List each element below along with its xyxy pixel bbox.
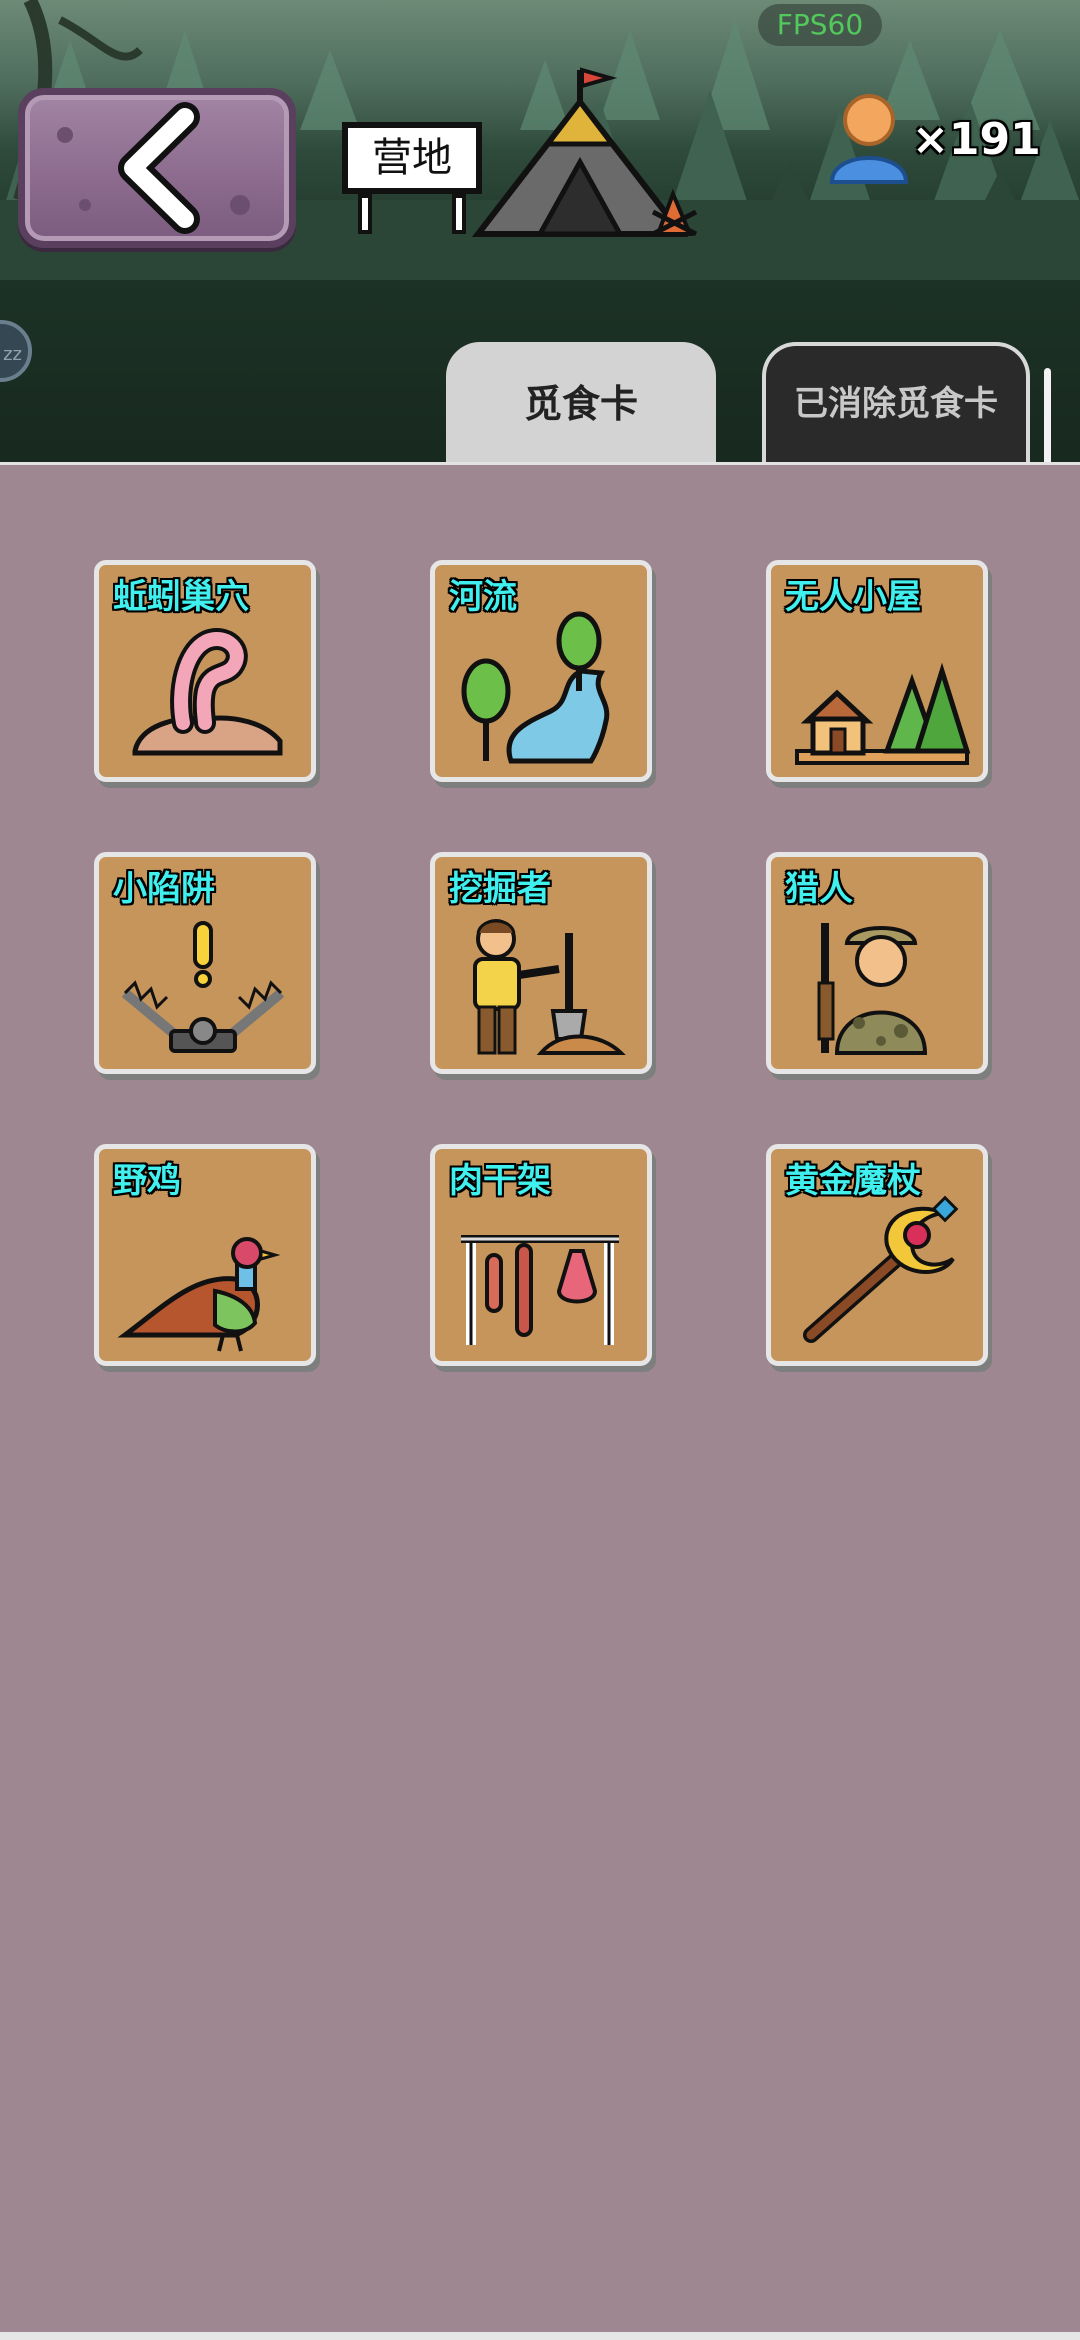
back-button[interactable] [18,88,296,248]
card-river[interactable]: 河流 [430,560,652,782]
header-scene: FPS60 营地 ×191 zz 觅食卡 已消除觅食卡 [0,0,1080,465]
digger-icon [473,919,626,1055]
card-worm-burrow[interactable]: 蚯蚓巢穴 [94,560,316,782]
person-icon [829,94,909,184]
pheasant-icon [117,1237,281,1352]
player-count-text: ×191 [912,114,1041,165]
card-grid: 蚯蚓巢穴 河流 无人小屋 小陷阱 挖掘者 猎人 野鸡 肉干架 黄金魔杖 [0,466,1080,2340]
camp-sign: 营地 [342,122,482,234]
camp-sign-label: 营地 [342,122,482,194]
tent-icon [471,67,698,237]
golden-staff-icon [803,1195,959,1343]
card-cabin[interactable]: 无人小屋 [766,560,988,782]
chevron-left-icon [57,102,250,234]
sign-post [358,194,372,234]
bottom-edge [0,2332,1080,2340]
tab-foraging-cards[interactable]: 觅食卡 [446,342,716,465]
card-hunter[interactable]: 猎人 [766,852,988,1074]
card-meat-drying-rack[interactable]: 肉干架 [430,1144,652,1366]
card-digger[interactable]: 挖掘者 [430,852,652,1074]
header-divider [0,462,1080,465]
scroll-indicator [1044,368,1051,465]
river-icon [461,611,610,764]
card-pheasant[interactable]: 野鸡 [94,1144,316,1366]
meat-rack-icon [461,1235,619,1345]
card-golden-staff[interactable]: 黄金魔杖 [766,1144,988,1366]
hunter-icon [817,923,928,1055]
card-small-trap[interactable]: 小陷阱 [94,852,316,1074]
trap-icon [121,921,285,1053]
tab-removed-foraging-cards[interactable]: 已消除觅食卡 [762,342,1030,465]
cabin-icon [795,662,971,765]
sign-post [452,194,466,234]
fps-counter: FPS60 [758,4,882,46]
worm-burrow-icon [132,628,283,756]
